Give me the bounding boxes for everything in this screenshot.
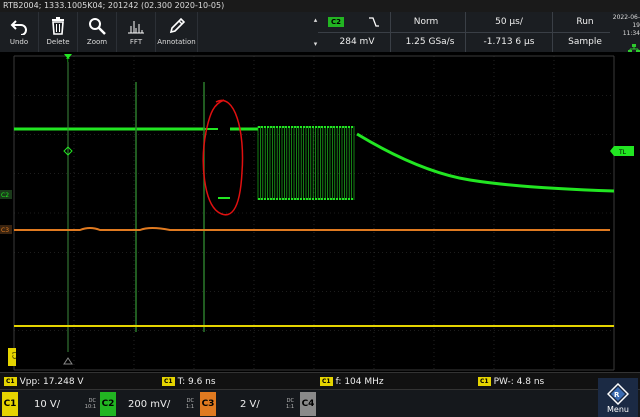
channel-coupling: DC 1:1 [185,398,194,410]
run-state[interactable]: Run [560,14,610,30]
trigger-level-marker-label: TL [618,149,627,156]
channel-c4[interactable]: C4 [300,392,316,416]
measurement-frequency[interactable]: C1 f: 104 MHz [320,375,384,388]
measurement-text: PW-: 4.8 ns [493,376,545,387]
trigger-level[interactable]: 284 mV [324,34,390,50]
menu-label: Menu [607,405,629,414]
graticule [13,55,615,371]
c1-marker-label: C1 [12,351,19,359]
channel-bar: C1 10 V/ DC 10:1 C2 200 mV/ DC 1:1 C3 2 V/… [0,389,640,417]
trigger-status-panel[interactable]: C2 Norm 50 µs/ Run 284 mV 1.25 GSa/s -1.… [310,12,640,53]
measurement-text: f: 104 MHz [335,376,384,387]
delete-label: Delete [46,38,70,46]
magnifier-icon [87,15,107,37]
channel-tag: C1 [2,392,18,416]
annotation-button[interactable]: Annotation [156,12,198,52]
channel-c1[interactable]: C1 10 V/ DC 10:1 [2,392,98,416]
undo-button[interactable]: Undo [0,12,39,52]
measurement-bar[interactable]: C1 Vpp: 17.248 V C1 T: 9.6 ns C1 f: 104 MHz… [0,372,640,389]
c2-marker-label: C2 [1,192,9,199]
rohde-schwarz-logo-icon: R [607,383,629,405]
trigger-source-badge: C2 [327,17,344,27]
title-bar: RTB2004; 1333.1005K04; 201242 (02.300 20… [0,0,640,12]
channel-coupling: DC 10:1 [84,398,96,410]
clock-date: 2022-06-19 [612,14,640,29]
scroll-arrows[interactable]: ▴ ▾ [312,16,319,48]
undo-icon [9,15,29,37]
trash-icon [48,15,68,37]
status-divider [318,32,610,33]
channel-coupling: DC 1:1 [285,398,294,410]
toolbar: Undo Delete Zoom FFT Annotation [0,12,310,52]
measurement-source-tag: C1 [478,377,491,386]
trigger-slope-icon[interactable] [362,14,386,30]
fft-button[interactable]: FFT [117,12,156,52]
measurement-period[interactable]: C1 T: 9.6 ns [162,375,216,388]
channel-tag: C3 [200,392,216,416]
measurement-source-tag: C1 [162,377,175,386]
channel-tag: C4 [300,392,316,416]
trigger-mode[interactable]: Norm [396,14,456,30]
timebase[interactable]: 50 µs/ [470,14,548,30]
svg-text:R: R [614,391,620,399]
undo-label: Undo [9,38,29,46]
horizontal-position[interactable]: -1.713 6 µs [470,34,548,50]
channel-scale: 10 V/ [34,398,61,410]
spectrum-icon [126,15,146,37]
channel-c3[interactable]: C3 2 V/ DC 1:1 [200,392,296,416]
instrument-title: RTB2004; 1333.1005K04; 201242 (02.300 20… [3,1,225,10]
c2-burst [257,126,355,200]
delete-button[interactable]: Delete [39,12,78,52]
acquisition-mode[interactable]: Sample [560,34,610,50]
trigger-source-cell[interactable]: C2 [326,14,346,30]
zoom-label: Zoom [86,38,108,46]
up-arrow-icon[interactable]: ▴ [314,16,318,24]
measurement-pulse-width[interactable]: C1 PW-: 4.8 ns [478,375,544,388]
channel-c2[interactable]: C2 200 mV/ DC 1:1 [100,392,196,416]
channel-scale: 200 mV/ [128,398,171,410]
bottom-position-arrow-icon [63,357,73,365]
menu-button[interactable]: R Menu [598,378,638,417]
clock-time: 11:34 [622,30,640,37]
measurement-source-tag: C1 [320,377,333,386]
waveform-display[interactable]: T C2 C3 C1 TL [0,52,640,372]
measurement-source-tag: C1 [4,377,17,386]
sample-rate: 1.25 GSa/s [405,37,455,47]
annotation-label: Annotation [157,38,196,46]
measurement-text: Vpp: 17.248 V [19,376,84,387]
channel-scale: 2 V/ [240,398,260,410]
channel-tag: C2 [100,392,116,416]
waveform-canvas[interactable]: T C2 C3 C1 TL [0,52,640,372]
measurement-vpp[interactable]: C1 Vpp: 17.248 V [4,375,84,388]
clock: 2022-06-19 11:34 [610,14,640,53]
fft-label: FFT [129,38,143,46]
zoom-button[interactable]: Zoom [78,12,117,52]
measurement-text: T: 9.6 ns [177,376,216,387]
c3-waveform [14,227,610,231]
c3-marker-label: C3 [1,227,9,234]
down-arrow-icon[interactable]: ▾ [314,40,318,48]
pencil-icon [167,15,187,37]
